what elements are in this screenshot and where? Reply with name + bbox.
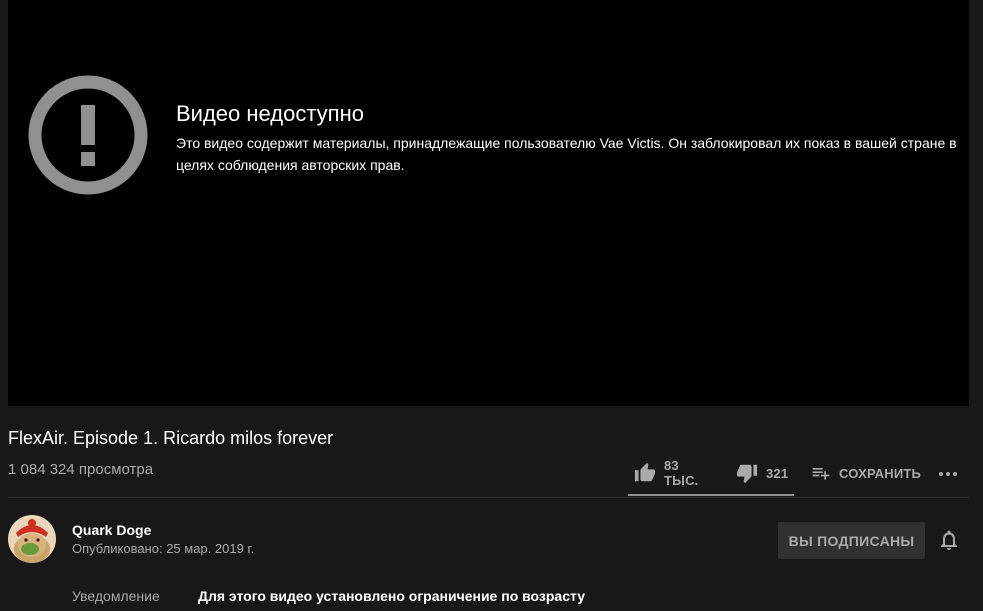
video-title: FlexAir. Episode 1. Ricardo milos foreve…: [8, 428, 334, 448]
sentiment-bar: [628, 494, 794, 496]
like-count: 83 ТЫС.: [664, 458, 699, 488]
like-button[interactable]: 83 ТЫС.: [634, 455, 698, 491]
view-count: 1 084 324 просмотра: [8, 461, 154, 478]
video-player[interactable]: Видео недоступно Это видео содержит мате…: [8, 0, 969, 406]
metadata-label: Уведомление: [72, 588, 160, 604]
publish-date: Опубликовано: 25 мар. 2019 г.: [72, 541, 255, 556]
exclamation-circle-icon: [28, 75, 148, 195]
metadata-value: Для этого видео установлено ограничение …: [198, 588, 585, 604]
subscribed-button[interactable]: ВЫ ПОДПИСАНЫ: [778, 522, 925, 559]
save-button[interactable]: СОХРАНИТЬ: [811, 455, 921, 491]
bell-icon: [937, 528, 961, 552]
dislike-count: 321: [766, 465, 789, 481]
more-button[interactable]: [936, 455, 960, 491]
error-title: Видео недоступно: [176, 101, 364, 126]
more-horizontal-icon: [936, 461, 960, 485]
channel-name[interactable]: Quark Doge: [72, 521, 151, 539]
watch-page: Видео недоступно Это видео содержит мате…: [0, 0, 983, 611]
notification-bell-button[interactable]: [937, 528, 961, 552]
divider: [8, 497, 969, 498]
error-text-block: Видео недоступно Это видео содержит мате…: [176, 100, 976, 176]
playlist-add-icon: [811, 463, 831, 483]
save-label: СОХРАНИТЬ: [839, 465, 922, 481]
avatar[interactable]: [8, 515, 56, 563]
thumbs-up-icon: [634, 462, 656, 484]
error-message: Это видео содержит материалы, принадлежа…: [176, 135, 957, 173]
dislike-button[interactable]: 321: [736, 455, 788, 491]
thumbs-down-icon: [736, 462, 758, 484]
